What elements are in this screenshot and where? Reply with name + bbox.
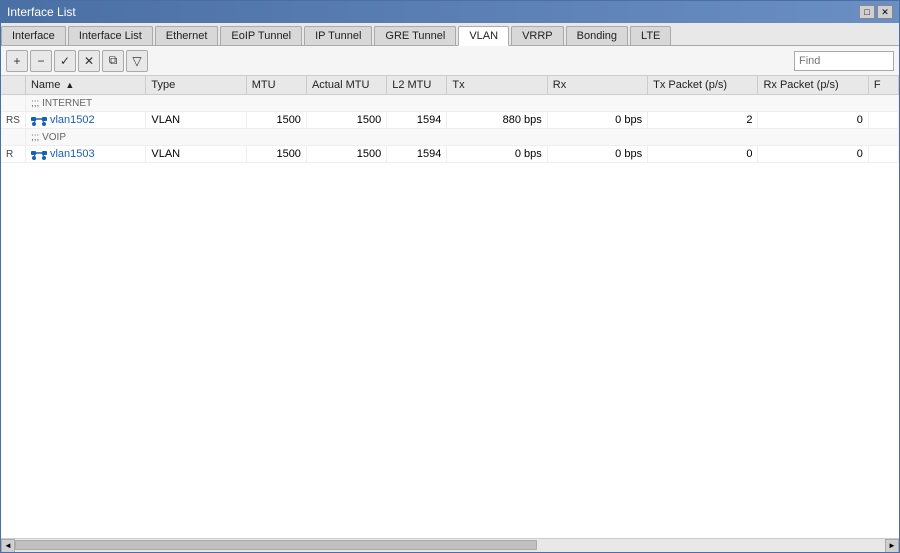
row-type-vlan1503: VLAN <box>146 146 246 163</box>
sort-arrow-name: ▲ <box>65 80 74 90</box>
group-label-internet: ;;; INTERNET <box>25 95 898 112</box>
col-flag <box>1 76 25 95</box>
title-bar: Interface List □ ✕ <box>1 1 899 23</box>
close-button[interactable]: ✕ <box>877 5 893 19</box>
window-title: Interface List <box>7 5 76 19</box>
row-rx-vlan1503: 0 bps <box>547 146 647 163</box>
col-rx-packet[interactable]: Rx Packet (p/s) <box>758 76 868 95</box>
check-icon: ✓ <box>60 54 70 68</box>
row-type-vlan1502: VLAN <box>146 112 246 129</box>
tab-gre-tunnel[interactable]: GRE Tunnel <box>374 26 456 45</box>
scroll-right-button[interactable]: ► <box>885 539 899 553</box>
group-label-voip: ;;; VOIP <box>25 129 898 146</box>
row-l2mtu-vlan1503: 1594 <box>387 146 447 163</box>
row-actual-mtu-vlan1503: 1500 <box>306 146 386 163</box>
row-rx-vlan1502: 0 bps <box>547 112 647 129</box>
row-tx-packet-vlan1503: 0 <box>648 146 758 163</box>
row-f-vlan1502 <box>868 112 898 129</box>
network-icon <box>31 148 47 160</box>
tab-interface-list[interactable]: Interface List <box>68 26 153 45</box>
group-flag-voip <box>1 129 25 146</box>
table-wrapper[interactable]: Name ▲ Type MTU Actual MTU L2 MTU Tx Rx … <box>1 76 899 538</box>
col-mtu[interactable]: MTU <box>246 76 306 95</box>
network-icon <box>31 114 47 126</box>
row-l2mtu-vlan1502: 1594 <box>387 112 447 129</box>
filter-icon: ▽ <box>132 54 141 68</box>
disable-button[interactable]: ✕ <box>78 50 100 72</box>
tab-vrrp[interactable]: VRRP <box>511 26 564 45</box>
tab-interface[interactable]: Interface <box>1 26 66 45</box>
row-tx-vlan1502: 880 bps <box>447 112 547 129</box>
tab-ethernet[interactable]: Ethernet <box>155 26 219 45</box>
row-f-vlan1503 <box>868 146 898 163</box>
copy-icon: ⧉ <box>109 53 118 68</box>
row-actual-mtu-vlan1502: 1500 <box>306 112 386 129</box>
group-flag <box>1 95 25 112</box>
row-name-vlan1503: vlan1503 <box>25 146 145 163</box>
remove-button[interactable]: − <box>30 50 52 72</box>
minimize-button[interactable]: □ <box>859 5 875 19</box>
toolbar: + − ✓ ✕ ⧉ ▽ <box>1 46 899 76</box>
table-header-row: Name ▲ Type MTU Actual MTU L2 MTU Tx Rx … <box>1 76 899 95</box>
add-button[interactable]: + <box>6 50 28 72</box>
row-rx-packet-vlan1502: 0 <box>758 112 868 129</box>
interface-table: Name ▲ Type MTU Actual MTU L2 MTU Tx Rx … <box>1 76 899 163</box>
horizontal-scrollbar[interactable]: ◄ ► <box>1 538 899 552</box>
col-f[interactable]: F <box>868 76 898 95</box>
group-row-internet: ;;; INTERNET <box>1 95 899 112</box>
enable-button[interactable]: ✓ <box>54 50 76 72</box>
table-row[interactable]: R <box>1 146 899 163</box>
col-name[interactable]: Name ▲ <box>25 76 145 95</box>
row-flag-vlan1502: RS <box>1 112 25 129</box>
tab-eoip-tunnel[interactable]: EoIP Tunnel <box>220 26 302 45</box>
col-rx[interactable]: Rx <box>547 76 647 95</box>
tab-ip-tunnel[interactable]: IP Tunnel <box>304 26 372 45</box>
remove-icon: − <box>37 54 44 68</box>
group-row-voip: ;;; VOIP <box>1 129 899 146</box>
col-actual-mtu[interactable]: Actual MTU <box>306 76 386 95</box>
add-icon: + <box>13 54 20 68</box>
window-controls: □ ✕ <box>859 5 893 19</box>
row-tx-packet-vlan1502: 2 <box>648 112 758 129</box>
copy-button[interactable]: ⧉ <box>102 50 124 72</box>
row-rx-packet-vlan1503: 0 <box>758 146 868 163</box>
row-name-vlan1502: vlan1502 <box>25 112 145 129</box>
scroll-track[interactable] <box>15 539 885 553</box>
row-mtu-vlan1502: 1500 <box>246 112 306 129</box>
col-tx-packet[interactable]: Tx Packet (p/s) <box>648 76 758 95</box>
cross-icon: ✕ <box>84 54 94 68</box>
row-flag-vlan1503: R <box>1 146 25 163</box>
scroll-thumb[interactable] <box>15 540 537 550</box>
main-window: Interface List □ ✕ Interface Interface L… <box>0 0 900 553</box>
tab-lte[interactable]: LTE <box>630 26 671 45</box>
content-area: Name ▲ Type MTU Actual MTU L2 MTU Tx Rx … <box>1 76 899 552</box>
tab-bar: Interface Interface List Ethernet EoIP T… <box>1 23 899 46</box>
col-type[interactable]: Type <box>146 76 246 95</box>
tab-vlan[interactable]: VLAN <box>458 26 509 46</box>
row-tx-vlan1503: 0 bps <box>447 146 547 163</box>
table-row[interactable]: RS <box>1 112 899 129</box>
col-l2-mtu[interactable]: L2 MTU <box>387 76 447 95</box>
search-input[interactable] <box>794 51 894 71</box>
filter-button[interactable]: ▽ <box>126 50 148 72</box>
row-mtu-vlan1503: 1500 <box>246 146 306 163</box>
scroll-left-button[interactable]: ◄ <box>1 539 15 553</box>
col-tx[interactable]: Tx <box>447 76 547 95</box>
tab-bonding[interactable]: Bonding <box>566 26 628 45</box>
